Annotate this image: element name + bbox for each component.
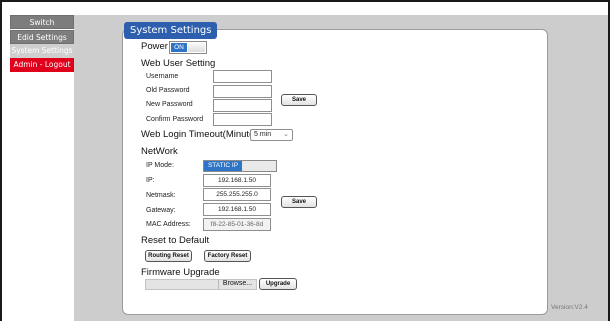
old-password-label: Old Password [146, 87, 190, 94]
web-user-save-button[interactable]: Save [281, 94, 317, 106]
upgrade-button[interactable]: Upgrade [259, 278, 297, 290]
new-password-label: New Password [146, 101, 193, 108]
username-label: Username [146, 73, 179, 80]
sidebar-item-system-settings[interactable]: System Settings [10, 44, 74, 58]
window-border-left [0, 0, 2, 321]
ip-label: IP: [146, 177, 155, 184]
gateway-label: Gateway: [146, 207, 176, 214]
ip-mode-toggle[interactable]: STATIC IP [203, 160, 277, 172]
window-border-top [0, 0, 610, 2]
mac-address-label: MAC Address: [146, 221, 191, 228]
netmask-label: Netmask: [146, 192, 176, 199]
web-user-setting-title: Web User Setting [141, 58, 216, 69]
confirm-password-field[interactable] [213, 113, 272, 126]
gateway-field[interactable]: 192.168.1.50 [203, 203, 271, 216]
network-title: NetWork [141, 146, 178, 157]
sidebar-item-admin-logout[interactable]: Admin - Logout [10, 58, 74, 72]
username-field[interactable] [213, 70, 272, 83]
factory-reset-button[interactable]: Factory Reset [204, 250, 251, 262]
ip-mode-value: STATIC IP [204, 161, 242, 171]
timeout-select-value: 5 min [254, 131, 272, 138]
ip-field[interactable]: 192.168.1.50 [203, 174, 271, 187]
chevron-down-icon: ⌄ [283, 131, 289, 138]
network-save-button[interactable]: Save [281, 196, 317, 208]
version-label: Version:V2.4 [551, 304, 588, 311]
web-login-timeout-label: Web Login Timeout(Minute) [141, 129, 258, 140]
panel-title: System Settings [124, 22, 218, 39]
reset-to-default-title: Reset to Default [141, 235, 210, 246]
sidebar-item-edid-settings[interactable]: Edid Settings [10, 30, 74, 44]
ip-mode-label: IP Mode: [146, 162, 174, 169]
firmware-upgrade-title: Firmware Upgrade [141, 267, 220, 278]
netmask-field[interactable]: 255.255.255.0 [203, 188, 271, 201]
confirm-password-label: Confirm Password [146, 116, 204, 123]
routing-reset-button[interactable]: Routing Reset [145, 250, 192, 262]
mac-address-field: f8-22-85-01-36-8d [203, 218, 271, 231]
power-toggle[interactable]: ON [169, 41, 207, 54]
timeout-select[interactable]: 5 min ⌄ [250, 129, 293, 141]
browse-button[interactable]: Browse... [218, 279, 256, 290]
toggle-knob [188, 43, 205, 52]
new-password-field[interactable] [213, 99, 272, 112]
power-toggle-on-label: ON [171, 43, 187, 52]
old-password-field[interactable] [213, 85, 272, 98]
sidebar-item-switch[interactable]: Switch [10, 15, 74, 29]
power-label: Power [141, 41, 168, 52]
